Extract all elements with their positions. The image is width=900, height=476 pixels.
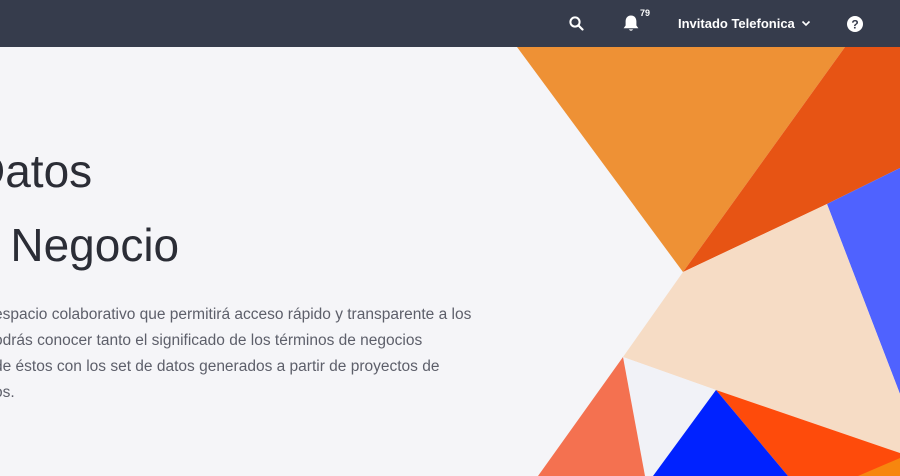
search-button[interactable]	[566, 0, 586, 47]
notifications-button[interactable]	[620, 0, 642, 47]
description-line: os.	[0, 384, 15, 401]
hero-title-line-1: Datos	[0, 145, 93, 197]
description-line: odrás conocer tanto el significado de lo…	[0, 332, 423, 349]
chevron-down-icon	[801, 20, 810, 27]
user-menu-button[interactable]: Invitado Telefonica	[678, 0, 811, 47]
notification-count-badge: 79	[640, 8, 651, 18]
bell-icon	[623, 15, 639, 31]
search-icon	[568, 16, 584, 31]
hero-description: espacio colaborativo que permitirá acces…	[0, 302, 504, 406]
description-line: de éstos con los set de datos generados …	[0, 358, 440, 375]
description-line: espacio colaborativo que permitirá acces…	[0, 306, 472, 323]
help-button[interactable]: ?	[846, 0, 864, 47]
user-name: Invitado Telefonica	[678, 16, 795, 31]
top-navigation-bar: 79 Invitado Telefonica ?	[0, 0, 900, 47]
hero-title-line-2: e Negocio	[0, 219, 180, 271]
svg-text:?: ?	[851, 17, 858, 31]
help-icon: ?	[847, 15, 863, 32]
